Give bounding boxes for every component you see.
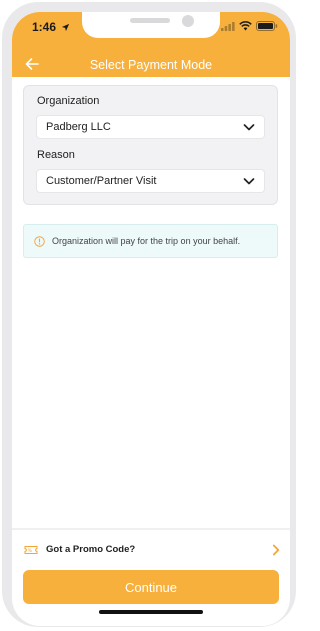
signal-icon — [221, 21, 235, 31]
info-circle-icon — [34, 235, 45, 247]
app-header: Select Payment Mode — [12, 52, 290, 77]
status-time-text: 1:46 — [32, 20, 57, 34]
chevron-down-icon — [243, 124, 255, 131]
battery-icon — [256, 21, 278, 31]
svg-text:%: % — [28, 548, 33, 554]
status-time: 1:46 — [32, 20, 70, 34]
continue-button[interactable]: Continue — [23, 570, 279, 604]
device-frame: 1:46 Select Payment Mode Organization Pa… — [2, 2, 296, 627]
reason-label: Reason — [37, 149, 75, 161]
app-screen: 1:46 Select Payment Mode Organization Pa… — [12, 12, 290, 626]
app-header-area: 1:46 Select Payment Mode — [12, 12, 290, 77]
continue-button-label: Continue — [124, 579, 178, 595]
info-message: Organization will pay for the trip on yo… — [52, 236, 241, 246]
info-banner: Organization will pay for the trip on yo… — [23, 224, 278, 258]
device-notch — [82, 12, 220, 38]
location-arrow-icon — [62, 23, 70, 32]
arrow-left-icon — [25, 58, 39, 70]
wifi-icon — [239, 21, 252, 31]
reason-value: Customer/Partner Visit — [46, 175, 157, 187]
chevron-right-icon — [272, 544, 280, 556]
promo-code-row[interactable]: % Got a Promo Code? — [12, 532, 290, 566]
organization-value: Padberg LLC — [46, 121, 111, 133]
organization-select[interactable]: Padberg LLC — [36, 115, 265, 139]
front-camera — [182, 15, 194, 27]
promo-ticket-icon: % — [24, 546, 38, 554]
chevron-down-icon — [243, 178, 255, 185]
status-icons — [221, 21, 278, 31]
home-indicator — [99, 610, 203, 614]
bottom-divider — [12, 528, 290, 530]
organization-label: Organization — [37, 95, 100, 107]
promo-code-label: Got a Promo Code? — [46, 544, 136, 555]
page-title: Select Payment Mode — [89, 57, 213, 72]
payment-form-card: Organization Padberg LLC Reason Customer… — [23, 85, 278, 205]
reason-select[interactable]: Customer/Partner Visit — [36, 169, 265, 193]
back-button[interactable] — [22, 54, 42, 74]
speaker-grill — [130, 18, 170, 23]
